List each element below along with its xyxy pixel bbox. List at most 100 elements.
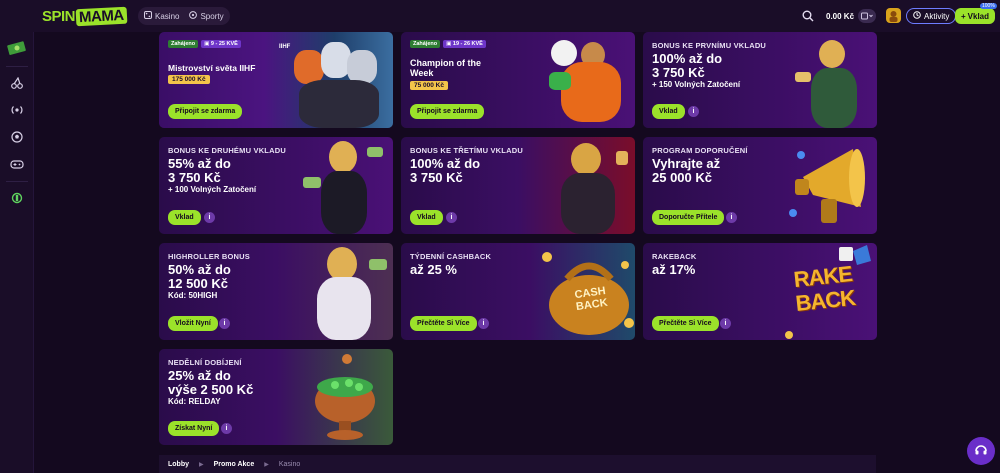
headline-line-2: 12 500 Kč bbox=[168, 276, 228, 291]
card-headline: 55% až do 3 750 Kč + 100 Volných Zatočen… bbox=[168, 157, 308, 195]
headline-line-2: 3 750 Kč bbox=[168, 170, 221, 185]
info-icon[interactable]: i bbox=[478, 318, 489, 329]
cashback-bag-image: CASH BACK bbox=[537, 243, 635, 340]
headline-line-1: 100% až do bbox=[410, 156, 481, 171]
deposit-now-button[interactable]: Vložit Nyní bbox=[168, 316, 218, 331]
info-icon[interactable]: i bbox=[219, 318, 230, 329]
goalkeeper-image bbox=[521, 32, 635, 128]
card-headline: až 25 % bbox=[410, 263, 550, 277]
live-icon[interactable] bbox=[0, 101, 34, 119]
breadcrumb: Lobby ▶ Promo Akce ▶ Kasino bbox=[159, 455, 876, 473]
promo-card-champion[interactable]: Zahájeno ▣ 19 - 26 KVĚ Champion of the W… bbox=[401, 32, 635, 128]
rakeback-text-image: RAKE BACK bbox=[771, 243, 877, 340]
treasure-pot-image bbox=[297, 349, 393, 445]
chevron-right-icon: ▶ bbox=[199, 461, 204, 468]
wallet-dropdown[interactable] bbox=[858, 9, 877, 23]
vklad-badge: 100% bbox=[980, 3, 997, 9]
info-icon[interactable]: i bbox=[204, 212, 215, 223]
vklad-button[interactable]: Vklad bbox=[410, 210, 443, 225]
info-icon[interactable]: i bbox=[446, 212, 457, 223]
chevron-right-icon: ▶ bbox=[264, 461, 269, 468]
card-title: Champion of the Week bbox=[410, 58, 481, 78]
card-eyebrow: RAKEBACK bbox=[652, 252, 697, 261]
info-icon[interactable]: i bbox=[688, 106, 699, 117]
headline-line-1: Vyhrajte až bbox=[652, 156, 721, 171]
megaphone-image bbox=[783, 137, 877, 234]
refer-friend-button[interactable]: Doporučte Přítele bbox=[652, 210, 725, 225]
promo-code: Kód: RELDAY bbox=[168, 397, 221, 406]
balance-display[interactable]: 0.00 Kč bbox=[826, 8, 877, 24]
prize-badge: 175 000 Kč bbox=[168, 75, 210, 84]
date-tag-label: 9 - 25 KVĚ bbox=[210, 41, 238, 47]
avatar[interactable] bbox=[886, 8, 901, 23]
headline-line-2: 25 000 Kč bbox=[652, 170, 712, 185]
iihf-logo: IIHF bbox=[279, 44, 291, 50]
promo-card-highroller[interactable]: HIGHROLLER BONUS 50% až do 12 500 Kč Kód… bbox=[159, 243, 393, 340]
plus-icon: + bbox=[960, 11, 966, 21]
promo-card-rakeback[interactable]: RAKEBACK až 17% RAKE BACK Přečtěte Si Ví… bbox=[643, 243, 877, 340]
headline-sub: + 150 Volných Zatočení bbox=[652, 80, 741, 89]
breadcrumb-promo[interactable]: Promo Akce bbox=[214, 461, 255, 468]
headline-line-2: 3 750 Kč bbox=[410, 170, 463, 185]
cherry-icon[interactable] bbox=[0, 74, 34, 92]
support-icon[interactable] bbox=[0, 189, 34, 207]
card-headline: 100% až do 3 750 Kč + 150 Volných Zatoče… bbox=[652, 52, 792, 90]
vklad-top-button[interactable]: + Vklad bbox=[955, 8, 995, 24]
info-icon[interactable]: i bbox=[726, 212, 737, 223]
card-eyebrow: BONUS KE DRUHÉMU VKLADU bbox=[168, 146, 286, 155]
promo-card-sunday-reload[interactable]: NEDĚLNÍ DOBÍJENÍ 25% až do výše 2 500 Kč… bbox=[159, 349, 393, 445]
dice-icon bbox=[144, 11, 152, 21]
calendar-icon: ▣ bbox=[446, 41, 453, 47]
promo-card-second-deposit[interactable]: BONUS KE DRUHÉMU VKLADU 55% až do 3 750 … bbox=[159, 137, 393, 234]
logo-spin: SPIN bbox=[42, 7, 76, 25]
headset-icon bbox=[974, 443, 988, 460]
woman-in-jacket-image bbox=[541, 137, 635, 234]
football-icon[interactable] bbox=[0, 128, 34, 146]
vklad-button[interactable]: Vklad bbox=[168, 210, 201, 225]
chat-support-button[interactable] bbox=[967, 437, 995, 465]
date-tag: ▣ 9 - 25 KVĚ bbox=[201, 40, 241, 48]
join-free-button[interactable]: Připojit se zdarma bbox=[168, 104, 243, 119]
nav-kasino[interactable]: Kasino bbox=[144, 11, 179, 21]
headline-line-1: 25% až do bbox=[168, 368, 231, 383]
card-eyebrow: BONUS KE TŘETÍMU VKLADU bbox=[410, 146, 523, 155]
card-headline: Vyhrajte až 25 000 Kč bbox=[652, 157, 792, 185]
promo-card-cashback[interactable]: TÝDENNÍ CASHBACK až 25 % CASH BACK Přečt… bbox=[401, 243, 635, 340]
ball-icon bbox=[189, 11, 198, 21]
search-icon[interactable] bbox=[802, 9, 814, 22]
promo-card-first-deposit[interactable]: BONUS KE PRVNÍMU VKLADU 100% až do 3 750… bbox=[643, 32, 877, 128]
breadcrumb-kasino: Kasino bbox=[278, 460, 301, 468]
rakeback-art-text: RAKE BACK bbox=[792, 261, 857, 316]
card-headline: 25% až do výše 2 500 Kč Kód: RELDAY bbox=[168, 369, 308, 407]
woman-with-money-image bbox=[793, 32, 877, 128]
nav-sporty[interactable]: Sporty bbox=[189, 11, 224, 21]
card-headline: 50% až do 12 500 Kč Kód: 50HIGH bbox=[168, 263, 308, 301]
sidebar bbox=[0, 0, 34, 473]
calendar-icon: ▣ bbox=[204, 41, 211, 47]
promo-card-iihf[interactable]: Zahájeno ▣ 9 - 25 KVĚ Mistrovství světa … bbox=[159, 32, 393, 128]
cash-icon[interactable] bbox=[0, 38, 34, 58]
breadcrumb-lobby[interactable]: Lobby bbox=[168, 461, 189, 468]
gamepad-icon[interactable] bbox=[0, 155, 34, 173]
promo-card-third-deposit[interactable]: BONUS KE TŘETÍMU VKLADU 100% až do 3 750… bbox=[401, 137, 635, 234]
card-eyebrow: HIGHROLLER BONUS bbox=[168, 252, 250, 261]
vklad-button[interactable]: Vklad bbox=[652, 104, 685, 119]
info-icon[interactable]: i bbox=[720, 318, 731, 329]
hockey-players-image: IIHF bbox=[259, 32, 393, 128]
date-tag-label: 19 - 26 KVĚ bbox=[452, 41, 483, 47]
logo[interactable]: SPIN MAMA bbox=[42, 6, 128, 26]
headline-line-1: až 25 % bbox=[410, 262, 457, 277]
nav-kasino-label: Kasino bbox=[155, 11, 180, 21]
headline-sub: + 100 Volných Zatočení bbox=[168, 185, 257, 194]
join-free-button[interactable]: Připojit se zdarma bbox=[410, 104, 485, 119]
promo-card-referral[interactable]: PROGRAM DOPORUČENÍ Vyhrajte až 25 000 Kč… bbox=[643, 137, 877, 234]
date-tag: ▣ 19 - 26 KVĚ bbox=[443, 40, 486, 48]
status-tag: Zahájeno bbox=[168, 40, 199, 48]
aktivity-button[interactable]: Aktivity bbox=[906, 8, 957, 24]
headline-line-1: 50% až do bbox=[168, 262, 231, 277]
woman-in-white-image bbox=[293, 243, 393, 340]
read-more-button[interactable]: Přečtěte Si Více bbox=[652, 316, 719, 331]
info-icon[interactable]: i bbox=[221, 423, 232, 434]
get-now-button[interactable]: Získat Nyní bbox=[168, 421, 220, 436]
read-more-button[interactable]: Přečtěte Si Více bbox=[410, 316, 477, 331]
